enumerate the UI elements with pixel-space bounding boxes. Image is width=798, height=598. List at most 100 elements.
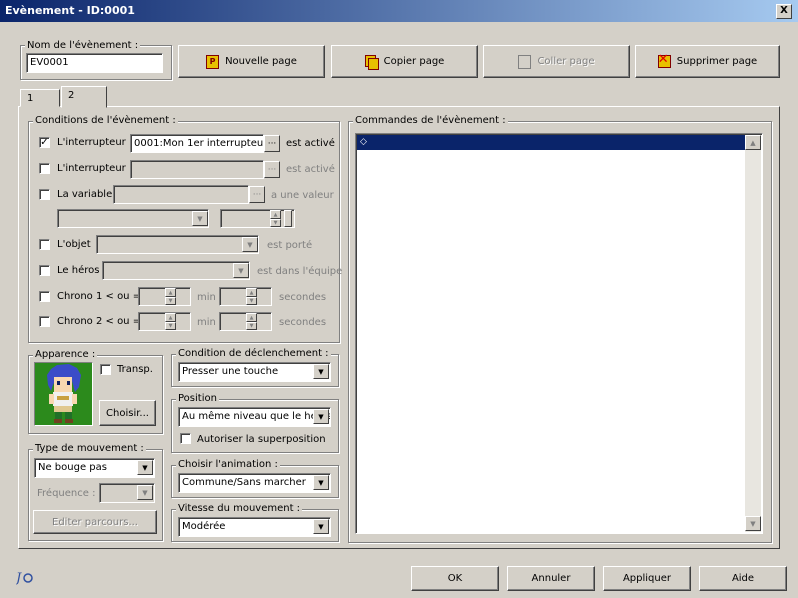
commands-scrollbar[interactable]: [745, 135, 761, 532]
movement-title: Type de mouvement :: [33, 443, 146, 454]
variable-operator-select: [57, 209, 209, 228]
delete-page-label: Supprimer page: [676, 56, 758, 67]
help-button[interactable]: Aide: [699, 566, 787, 591]
timer1-min-up[interactable]: ▲: [165, 288, 176, 297]
timer1-checkbox[interactable]: [39, 291, 50, 302]
scroll-down-button[interactable]: ▼: [745, 516, 761, 531]
trigger-dropdown-icon[interactable]: ▼: [313, 364, 329, 379]
close-button[interactable]: X: [776, 4, 792, 19]
command-row[interactable]: ◇: [357, 135, 745, 150]
timer1-min-label: min: [197, 292, 216, 303]
new-page-label: Nouvelle page: [225, 56, 297, 67]
timer1-label: Chrono 1 < ou = à: [57, 291, 151, 302]
timer1-min-down[interactable]: ▼: [165, 297, 176, 305]
item-checkbox[interactable]: [39, 239, 50, 250]
timer2-checkbox[interactable]: [39, 316, 50, 327]
variable-value-down[interactable]: ▼: [270, 219, 281, 227]
paste-page-button[interactable]: Coller page: [483, 45, 630, 78]
switch1-label: L'interrupteur: [57, 137, 126, 148]
commands-list[interactable]: [355, 133, 763, 534]
conditions-title: Conditions de l'évènement :: [33, 115, 178, 126]
animation-select[interactable]: Commune/Sans marcher: [178, 473, 331, 493]
copy-page-button[interactable]: Copier page: [331, 45, 478, 78]
speed-select[interactable]: Modérée: [178, 517, 331, 537]
overlap-checkbox[interactable]: [180, 433, 191, 444]
item-suffix: est porté: [267, 240, 313, 251]
variable-checkbox[interactable]: [39, 189, 50, 200]
switch1-browse-button[interactable]: ···: [264, 135, 280, 152]
svg-text:J: J: [16, 571, 22, 585]
movement-type-dropdown-icon[interactable]: ▼: [137, 460, 153, 475]
variable-input: [113, 185, 249, 204]
animation-title: Choisir l'animation :: [176, 459, 280, 470]
timer1-sec-up[interactable]: ▲: [246, 288, 257, 297]
transparent-checkbox[interactable]: [100, 364, 111, 375]
item-select: [96, 235, 259, 254]
switch2-checkbox[interactable]: [39, 163, 50, 174]
animation-dropdown-icon[interactable]: ▼: [313, 475, 329, 490]
position-select[interactable]: Au même niveau que le héros: [178, 407, 331, 427]
ok-button[interactable]: OK: [411, 566, 499, 591]
frequency-dropdown-icon[interactable]: ▼: [137, 485, 153, 500]
timer1-sec-down[interactable]: ▼: [246, 297, 257, 305]
copy-page-icon: [364, 55, 379, 70]
hero-suffix: est dans l'équipe: [257, 266, 343, 277]
timer1-sec-label: secondes: [279, 292, 327, 303]
variable-value-spin-extra: [284, 210, 292, 227]
trigger-select[interactable]: Presser une touche: [178, 362, 331, 382]
variable-browse-button[interactable]: ···: [249, 186, 265, 203]
paste-page-icon: [518, 54, 532, 69]
delete-page-button[interactable]: ✕ Supprimer page: [635, 45, 780, 78]
delete-page-icon: ✕: [657, 53, 671, 68]
new-page-button[interactable]: P Nouvelle page: [178, 45, 325, 78]
switch2-input: [130, 160, 264, 179]
variable-value-up[interactable]: ▲: [270, 210, 281, 219]
tab-2[interactable]: 2: [61, 86, 107, 108]
switch2-suffix: est activé: [286, 164, 335, 175]
switch1-input[interactable]: 0001:Mon 1er interrupteur: [130, 134, 264, 153]
timer2-label: Chrono 2 < ou = à: [57, 316, 151, 327]
event-name-input[interactable]: EV0001: [26, 53, 163, 73]
switch2-browse-button[interactable]: ···: [264, 161, 280, 178]
character-sprite-preview[interactable]: [34, 362, 93, 426]
item-label: L'objet: [57, 239, 91, 250]
timer2-min-down[interactable]: ▼: [165, 322, 176, 330]
position-dropdown-icon[interactable]: ▼: [313, 409, 329, 424]
trigger-title: Condition de déclenchement :: [176, 348, 331, 359]
timer2-sec-label: secondes: [279, 317, 327, 328]
timer2-min-up[interactable]: ▲: [165, 313, 176, 322]
frequency-label: Fréquence :: [37, 488, 96, 499]
timer2-sec-up[interactable]: ▲: [246, 313, 257, 322]
event-name-label: Nom de l'évènement :: [25, 40, 141, 51]
hero-checkbox[interactable]: [39, 265, 50, 276]
edit-route-button[interactable]: Editer parcours...: [33, 510, 157, 534]
window-title: Evènement - ID:0001: [5, 4, 135, 17]
switch1-suffix: est activé: [286, 138, 335, 149]
apply-button[interactable]: Appliquer: [603, 566, 691, 591]
variable-operator-dropdown-icon[interactable]: ▼: [192, 211, 208, 226]
speed-dropdown-icon[interactable]: ▼: [313, 519, 329, 534]
copy-page-label: Copier page: [383, 56, 445, 67]
new-page-icon: P: [206, 54, 220, 69]
hero-label: Le héros: [57, 265, 100, 276]
hero-dropdown-icon[interactable]: ▼: [233, 263, 249, 278]
item-dropdown-icon[interactable]: ▼: [242, 237, 258, 252]
transparent-label: Transp.: [117, 364, 153, 375]
switch1-checkbox[interactable]: ✓: [39, 137, 50, 148]
timer2-min-label: min: [197, 317, 216, 328]
hero-select: [102, 261, 250, 280]
paste-page-label: Coller page: [537, 56, 595, 67]
overlap-label: Autoriser la superposition: [197, 434, 326, 445]
cancel-button[interactable]: Annuler: [507, 566, 595, 591]
help-context-icon[interactable]: J: [13, 569, 34, 586]
choose-sprite-button[interactable]: Choisir...: [99, 400, 156, 426]
variable-label: La variable: [57, 189, 113, 200]
conditions-group: [28, 121, 340, 343]
appearance-title: Apparence :: [33, 349, 98, 360]
tab-1[interactable]: 1: [20, 89, 60, 107]
commands-title: Commandes de l'évènement :: [353, 115, 508, 126]
scroll-up-button[interactable]: ▲: [745, 135, 761, 150]
position-title: Position: [176, 393, 219, 404]
hero-sprite-image: [47, 364, 81, 423]
timer2-sec-down[interactable]: ▼: [246, 322, 257, 330]
